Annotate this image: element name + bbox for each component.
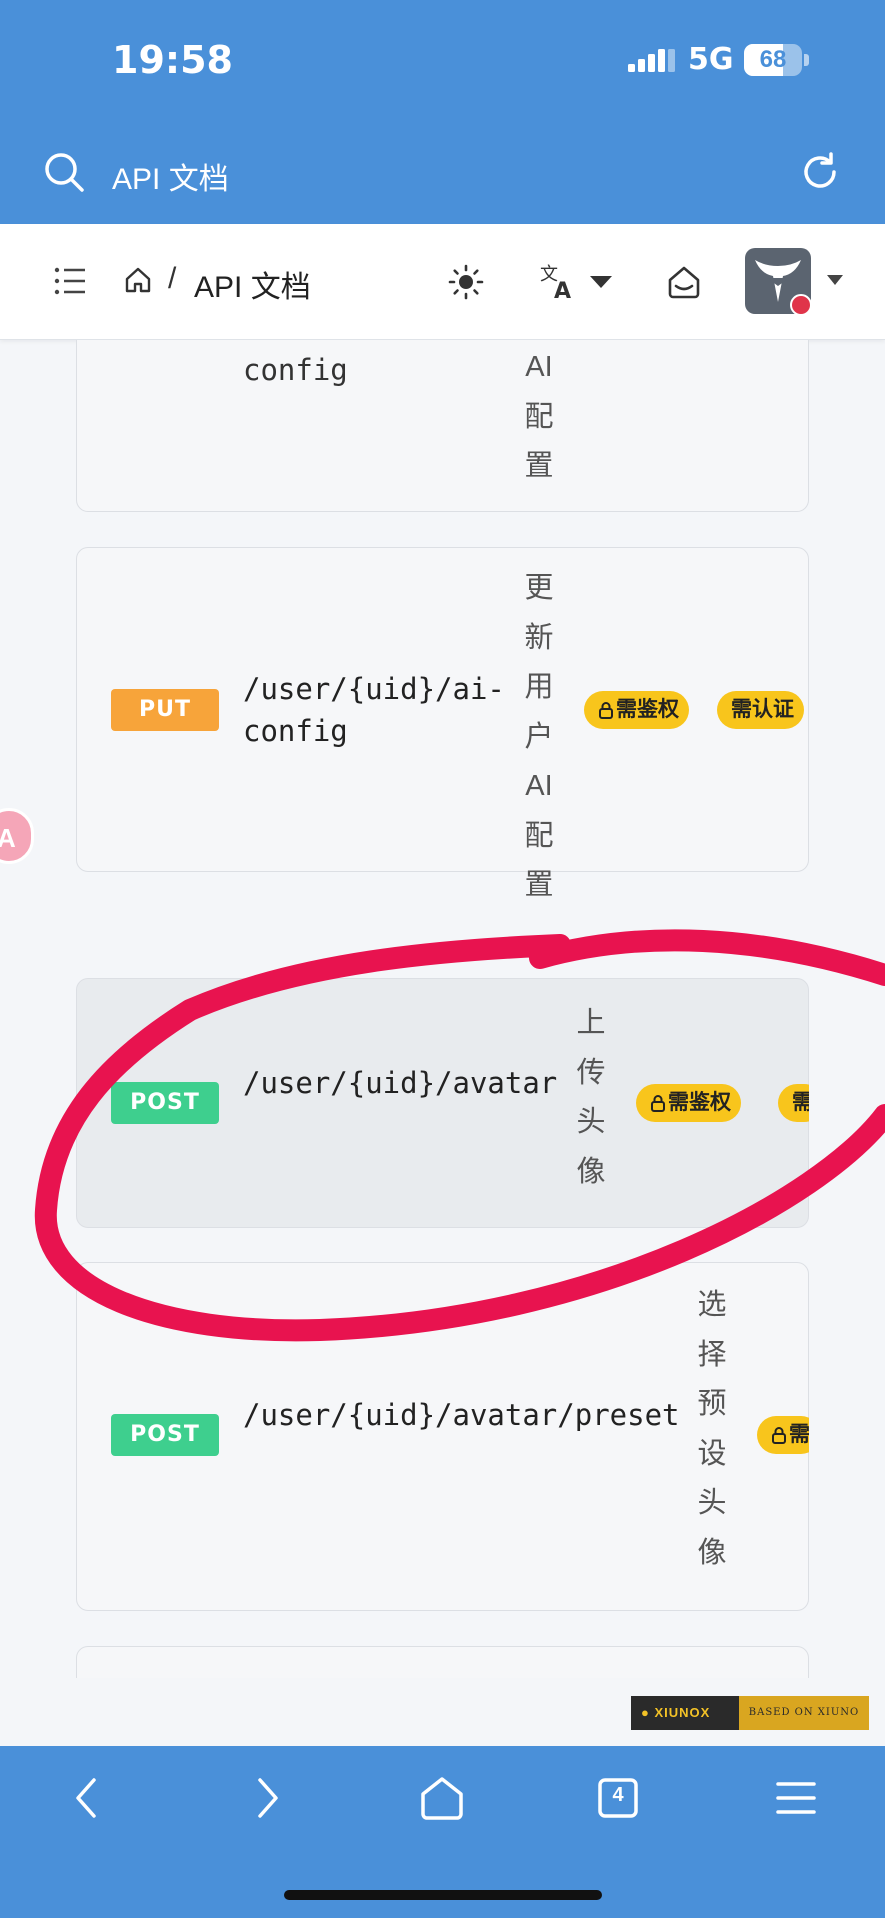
summary-char: 上 [576,1007,606,1039]
home-icon[interactable] [414,1770,470,1826]
api-path-line: /user/{uid}/ai- [243,672,505,706]
api-card-highlighted[interactable]: POST /user/{uid}/avatar 上 传 头 像 需鉴权 需 [76,978,809,1228]
badge-clip: 需 [778,1084,809,1122]
api-card[interactable]: PUT /user/{uid}/ai- config 更 新 用 户 AI 配 … [76,547,809,901]
forward-icon[interactable] [238,1770,294,1826]
tabs-count: 4 [612,1784,624,1806]
tabs-button[interactable]: 4 [590,1770,646,1826]
summary-char: 像 [576,1155,606,1188]
auth-required-badge: 需鉴权 [584,691,689,729]
method-badge: POST [111,1414,219,1456]
summary-char: 择 [697,1338,727,1371]
badge-clip: 需 [757,1416,809,1454]
address-bar-title[interactable]: API 文档 [112,154,229,198]
github-icon: ● [641,1705,650,1720]
summary-char: 用 [524,671,554,703]
summary-char: AI [525,770,553,802]
method-badge: POST [111,1082,219,1124]
reload-icon[interactable] [798,150,842,194]
footer-powered-badge[interactable]: ● XIUNOX BASED ON XIUNO [631,1696,869,1730]
translate-float-label: A [0,823,16,853]
auth-required-badge: 需鉴权 [636,1084,741,1122]
list-menu-icon[interactable] [54,266,86,296]
auth-required-badge: 需 [757,1416,809,1454]
method-badge: PUT [111,689,219,731]
api-card[interactable]: POST /user/{uid}/avatar/preset 选 择 预 设 头… [76,1262,809,1611]
breadcrumb-title: API 文档 [194,271,311,304]
api-summary: AI 配 置 [522,343,556,492]
menu-icon[interactable] [768,1770,824,1826]
api-list[interactable]: config AI 配 置 PUT /user/{uid}/ai- config… [0,340,885,1678]
lock-icon [599,702,613,720]
battery-level: 68 [759,46,787,73]
summary-char: 预 [697,1388,727,1420]
summary-char: 配 [524,400,554,433]
battery-indicator: 68 [744,44,802,76]
status-time: 19:58 [112,38,233,82]
github-badge-label: XIUNOX [654,1705,711,1720]
api-path: /user/{uid}/avatar/preset [243,1398,680,1432]
badge-label: 需 [789,1423,809,1446]
api-path: config [243,353,348,387]
badge-label: 需鉴权 [616,698,679,721]
lock-icon [651,1095,665,1113]
verify-required-badge: 需认证 [717,691,804,729]
api-path-line: config [243,714,348,748]
status-bar: 19:58 5G 68 [0,0,885,120]
summary-char: 选 [697,1289,727,1321]
chevron-down-icon[interactable] [826,274,844,286]
summary-char: 头 [697,1487,727,1519]
browser-address-bar[interactable]: API 文档 [0,120,885,224]
github-badge[interactable]: ● XIUNOX [631,1696,739,1730]
api-card[interactable] [76,1646,809,1678]
summary-char: 头 [576,1106,606,1138]
badge-clip: 需认证 [717,691,809,729]
summary-char: 设 [697,1437,727,1470]
badge-label: 需认证 [731,698,794,721]
sun-icon[interactable] [448,264,484,300]
badge-label: 需鉴权 [668,1091,731,1114]
battery-tip [804,54,809,66]
summary-char: 传 [576,1056,606,1089]
back-icon[interactable] [60,1770,116,1826]
signal-icon [628,49,675,72]
summary-char: 像 [697,1536,727,1569]
api-path: /user/{uid}/avatar [243,1066,558,1100]
summary-char: 置 [524,450,554,482]
lock-icon [772,1427,786,1445]
api-card[interactable]: config AI 配 置 [76,340,809,512]
verify-required-badge: 需 [778,1084,809,1122]
inbox-icon[interactable] [666,264,702,300]
translate-icon[interactable]: 文 A [540,262,616,302]
api-path: /user/{uid}/ai- config [243,668,505,752]
badge-label: 需 [792,1091,809,1114]
summary-char: 新 [524,621,554,654]
summary-char: AI [525,351,553,383]
home-indicator[interactable] [284,1890,602,1900]
api-summary: 上 传 头 像 [574,999,608,1197]
svg-text:A: A [554,279,571,302]
home-icon[interactable] [124,266,152,294]
avatar-badge [790,294,812,316]
summary-char: 置 [524,869,554,901]
search-icon[interactable] [42,150,86,194]
summary-char: 户 [524,720,554,753]
summary-char: 更 [524,572,554,604]
breadcrumb-separator: / [168,262,177,295]
api-summary: 选 择 预 设 头 像 [695,1281,729,1578]
based-on-badge[interactable]: BASED ON XIUNO [739,1696,869,1730]
network-type: 5G [688,42,734,77]
summary-char: 配 [524,819,554,852]
api-summary: 更 新 用 户 AI 配 置 [522,564,556,911]
site-top-nav: / API 文档 文 A [0,224,885,340]
